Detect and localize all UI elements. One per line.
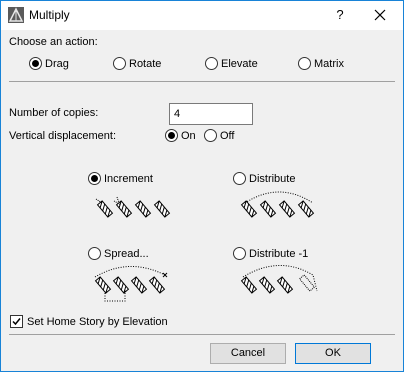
action-heading: Choose an action: [9, 36, 98, 48]
increment-diagram-icon [95, 196, 170, 218]
close-button[interactable] [357, 1, 403, 30]
separator-bottom [9, 334, 395, 335]
spread-diagram-icon [94, 266, 168, 302]
home-story-label[interactable]: Set Home Story by Elevation [27, 316, 168, 329]
distribute-diagram-icon [241, 191, 314, 218]
radio-increment[interactable] [88, 172, 101, 185]
cancel-button[interactable]: Cancel [210, 343, 286, 364]
radio-vertical-off[interactable] [204, 129, 217, 142]
radio-matrix-label[interactable]: Matrix [314, 58, 344, 71]
radio-vertical-off-label[interactable]: Off [220, 130, 234, 143]
radio-distribute-label[interactable]: Distribute [249, 173, 295, 186]
title-bar[interactable]: Multiply ? [1, 1, 403, 30]
radio-elevate[interactable] [205, 57, 218, 70]
radio-rotate[interactable] [113, 57, 126, 70]
multiply-dialog: Multiply ? Choose an action: Drag Rotate… [0, 0, 404, 372]
window-title: Multiply [29, 8, 70, 22]
checkmark-icon [12, 318, 21, 326]
close-icon [374, 9, 386, 21]
copies-input[interactable] [169, 103, 253, 125]
radio-rotate-label[interactable]: Rotate [129, 58, 161, 71]
radio-distribute[interactable] [233, 172, 246, 185]
radio-drag-label[interactable]: Drag [45, 58, 69, 71]
radio-vertical-on-label[interactable]: On [181, 130, 196, 143]
separator-top [9, 81, 395, 82]
copies-label: Number of copies: [9, 107, 99, 119]
archicad-app-icon [8, 7, 24, 23]
home-story-checkbox[interactable] [10, 315, 23, 328]
radio-elevate-label[interactable]: Elevate [221, 58, 258, 71]
ok-button[interactable]: OK [295, 343, 371, 364]
vertical-displacement-label: Vertical displacement: [9, 130, 116, 142]
radio-drag[interactable] [29, 57, 42, 70]
distribute-minus-one-diagram-icon [241, 265, 318, 294]
radio-selected-dot [168, 132, 175, 139]
radio-selected-dot [32, 60, 39, 67]
radio-vertical-on[interactable] [165, 129, 178, 142]
radio-selected-dot [91, 175, 98, 182]
radio-matrix[interactable] [298, 57, 311, 70]
radio-increment-label[interactable]: Increment [104, 173, 153, 186]
